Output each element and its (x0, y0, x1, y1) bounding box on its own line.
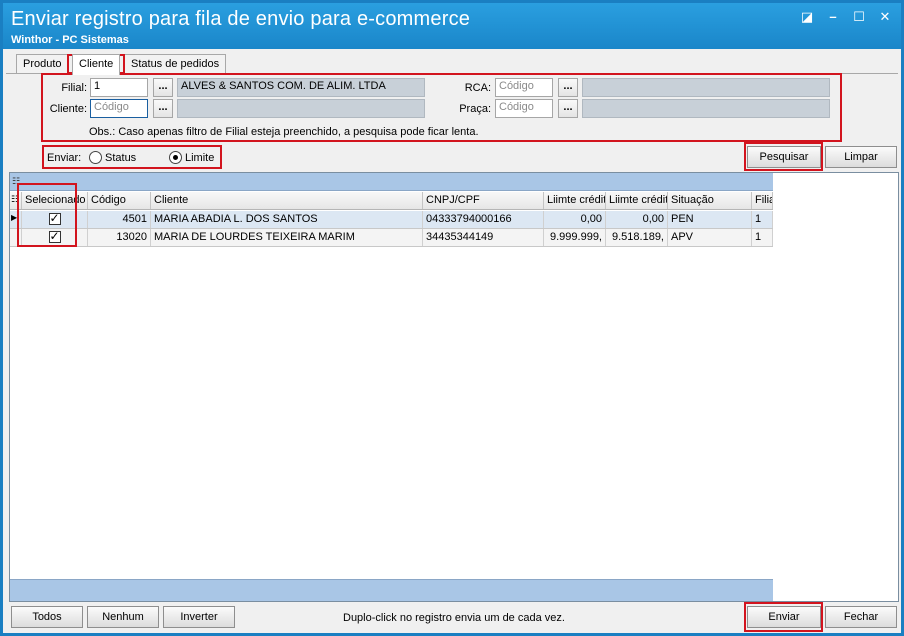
close-icon[interactable]: ✕ (877, 9, 893, 25)
col-cnpj[interactable]: CNPJ/CPF (423, 192, 544, 209)
grid-header: ☷ Selecionado Código Cliente CNPJ/CPF Li… (10, 192, 773, 210)
row-filial: 1 (752, 211, 773, 228)
row-pointer-cell (10, 229, 22, 246)
row-filial: 1 (752, 229, 773, 246)
col-limite-credito-2[interactable]: Liimte crédit (606, 192, 668, 209)
cliente-label: Cliente: (49, 103, 87, 115)
footer-hint: Duplo-click no registro envia um de cada… (343, 612, 565, 624)
window-controls: ◪ – ☐ ✕ (799, 9, 893, 25)
row-codigo: 13020 (88, 229, 151, 246)
col-situacao[interactable]: Situação (668, 192, 752, 209)
filial-lookup-button[interactable]: ... (153, 78, 173, 97)
rca-label: RCA: (464, 82, 491, 94)
row-limite-1: 0,00 (544, 211, 606, 228)
radio-status-circle[interactable] (89, 151, 102, 164)
restore-icon[interactable]: ◪ (799, 9, 815, 25)
grid-menu-icon[interactable]: ☷ (12, 176, 20, 187)
row-cnpj: 04333794000166 (423, 211, 544, 228)
radio-limite-circle[interactable] (169, 151, 182, 164)
inverter-button[interactable]: Inverter (163, 606, 235, 628)
app-window: Enviar registro para fila de envio para … (0, 0, 904, 636)
row-limite-2: 9.518.189, (606, 229, 668, 246)
rca-lookup-button[interactable]: ... (558, 78, 578, 97)
table-row[interactable]: 13020 MARIA DE LOURDES TEIXEIRA MARIM 34… (10, 229, 773, 247)
radio-limite-label: Limite (185, 151, 215, 164)
row-selected-cell[interactable] (22, 229, 88, 246)
row-checkbox[interactable] (48, 229, 61, 244)
limpar-button[interactable]: Limpar (825, 146, 897, 168)
filial-input[interactable]: 1 (90, 78, 148, 97)
row-limite-2: 0,00 (606, 211, 668, 228)
row-cliente: MARIA DE LOURDES TEIXEIRA MARIM (151, 229, 423, 246)
title-bar[interactable]: Enviar registro para fila de envio para … (3, 3, 901, 49)
rca-input[interactable]: Código (495, 78, 553, 97)
cliente-name-field (177, 99, 425, 118)
table-row[interactable]: ▶ 4501 MARIA ABADIA L. DOS SANTOS 043337… (10, 211, 773, 229)
tab-cliente[interactable]: Cliente (72, 54, 121, 75)
obs-note: Obs.: Caso apenas filtro de Filial estej… (89, 126, 479, 138)
nenhum-button[interactable]: Nenhum (87, 606, 159, 628)
fechar-button[interactable]: Fechar (825, 606, 897, 628)
praca-input[interactable]: Código (495, 99, 553, 118)
results-grid: ☷ ☷ Selecionado Código Cliente CNPJ/CPF … (9, 172, 899, 602)
minimize-icon[interactable]: – (825, 9, 841, 25)
row-codigo: 4501 (88, 211, 151, 228)
grid-group-band: ☷ (10, 173, 773, 191)
row-cnpj: 34435344149 (423, 229, 544, 246)
praca-name-field (582, 99, 830, 118)
tab-divider (6, 73, 898, 74)
window-subtitle: Winthor - PC Sistemas (11, 34, 129, 46)
maximize-icon[interactable]: ☐ (851, 9, 867, 25)
row-checkbox[interactable] (48, 211, 61, 226)
col-limite-credito-1[interactable]: Liimte crédit (544, 192, 606, 209)
radio-limite[interactable]: Limite (169, 151, 214, 164)
praca-lookup-button[interactable]: ... (558, 99, 578, 118)
radio-status[interactable]: Status (89, 151, 136, 164)
row-pointer-icon: ▶ (10, 211, 22, 228)
cliente-lookup-button[interactable]: ... (153, 99, 173, 118)
grid-header-menu-icon[interactable]: ☷ (10, 192, 22, 209)
col-selecionado[interactable]: Selecionado (22, 192, 88, 209)
pesquisar-button[interactable]: Pesquisar (747, 146, 821, 168)
window-title: Enviar registro para fila de envio para … (11, 8, 471, 30)
todos-button[interactable]: Todos (11, 606, 83, 628)
tab-status-pedidos[interactable]: Status de pedidos (124, 54, 227, 74)
cliente-input[interactable]: Código (90, 99, 148, 118)
tab-produto[interactable]: Produto (16, 54, 69, 74)
filial-label: Filial: (61, 82, 87, 94)
enviar-button[interactable]: Enviar (747, 606, 821, 628)
col-codigo[interactable]: Código (88, 192, 151, 209)
row-limite-1: 9.999.999, (544, 229, 606, 246)
praca-label: Praça: (459, 103, 491, 115)
row-situacao: APV (668, 229, 752, 246)
row-cliente: MARIA ABADIA L. DOS SANTOS (151, 211, 423, 228)
grid-footer-band (10, 579, 773, 601)
col-cliente[interactable]: Cliente (151, 192, 423, 209)
window-client-area: Produto Cliente Status de pedidos Filial… (3, 49, 901, 633)
row-selected-cell[interactable] (22, 211, 88, 228)
row-situacao: PEN (668, 211, 752, 228)
filial-name-field: ALVES & SANTOS COM. DE ALIM. LTDA (177, 78, 425, 97)
rca-name-field (582, 78, 830, 97)
enviar-label: Enviar: (47, 152, 82, 164)
radio-status-label: Status (105, 151, 137, 164)
col-filial[interactable]: Filia (752, 192, 773, 209)
